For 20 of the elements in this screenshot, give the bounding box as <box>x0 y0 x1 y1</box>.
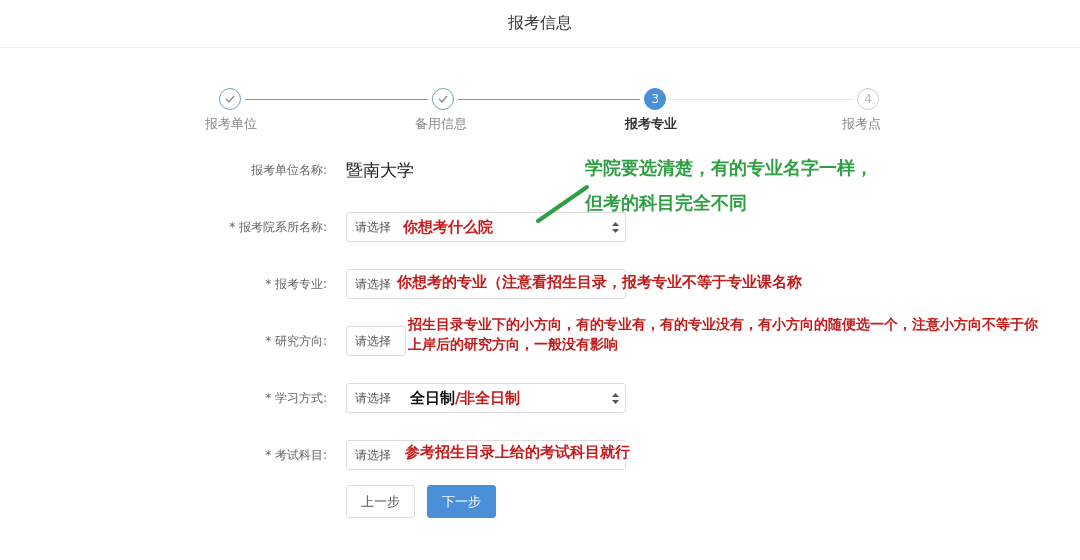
step-label: 报考专业 <box>625 115 677 133</box>
step-number: 4 <box>857 88 879 110</box>
field-label: * 学习方式: <box>264 389 327 407</box>
step-label: 备用信息 <box>415 115 467 133</box>
step-label: 报考单位 <box>205 115 257 133</box>
select-field[interactable]: 请选择 <box>346 326 406 356</box>
field-label: * 报考院系所名称: <box>228 218 327 236</box>
step-number: 3 <box>644 88 667 110</box>
field-label: 报考单位名称: <box>249 161 327 179</box>
field-value: 暨南大学 <box>346 158 414 182</box>
annotation-text: 但考的科目完全不同 <box>585 191 748 215</box>
page-title: 报考信息 <box>508 13 572 34</box>
sort-arrows-icon <box>612 221 619 233</box>
step-label: 报考点 <box>841 115 881 133</box>
previous-button[interactable]: 上一步 <box>346 485 415 518</box>
field-label: * 报考专业: <box>264 275 327 293</box>
field-label: * 研究方向: <box>264 332 327 350</box>
field-label: * 考试科目: <box>264 446 327 464</box>
annotation-text: 学院要选清楚，有的专业名字一样， <box>585 156 874 180</box>
sort-arrows-icon <box>612 392 619 404</box>
